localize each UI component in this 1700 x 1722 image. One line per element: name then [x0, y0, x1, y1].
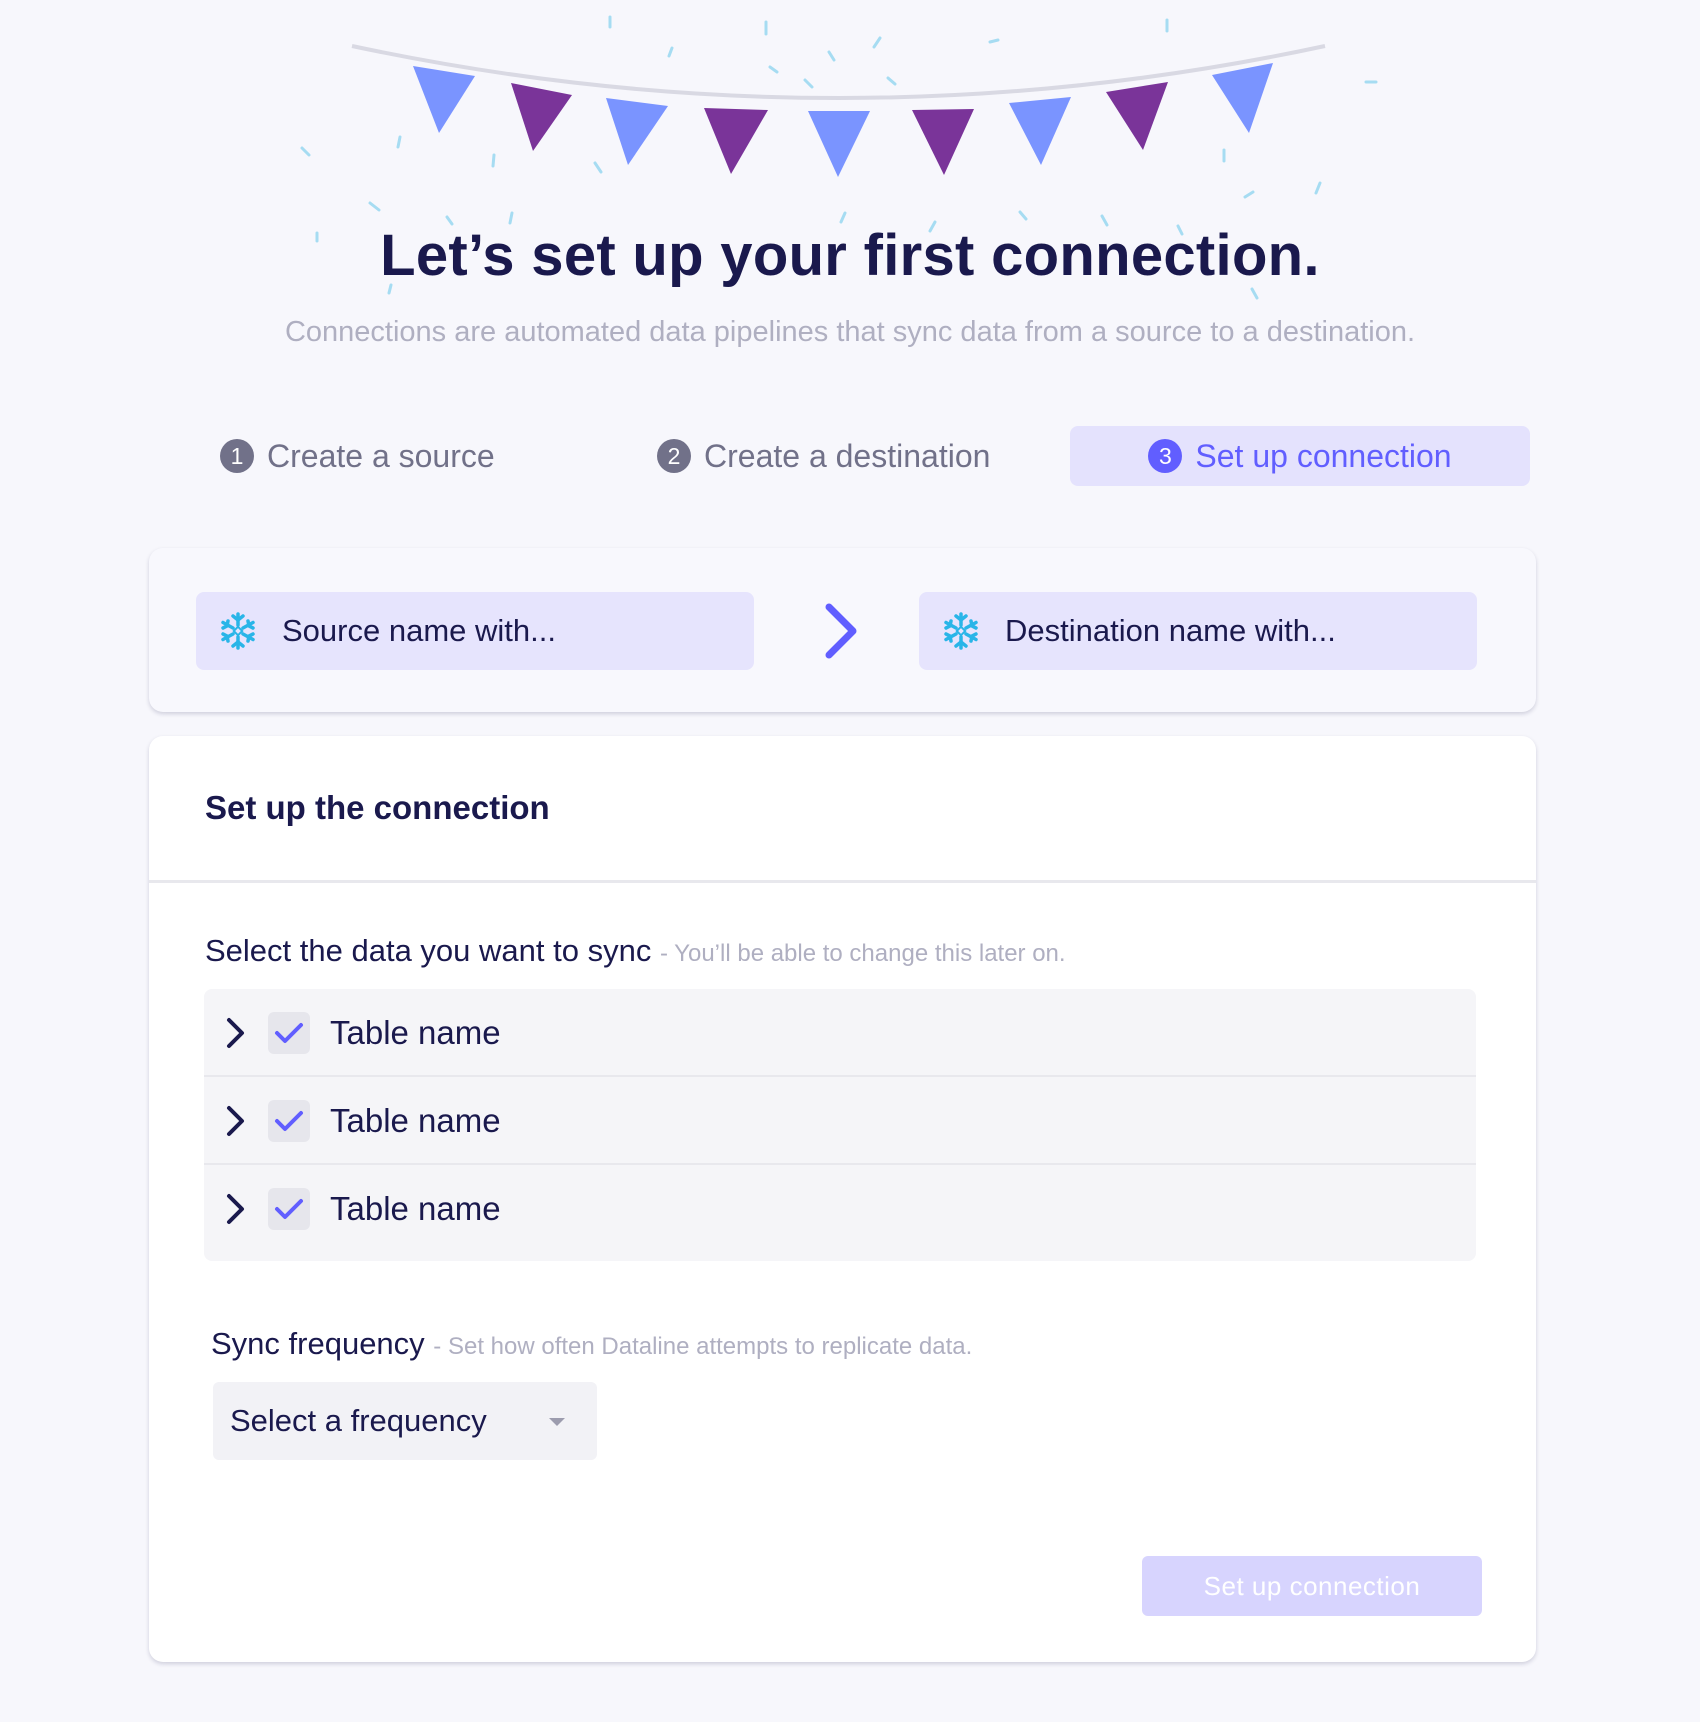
sync-frequency-label: Sync frequency - Set how often Dataline …: [211, 1326, 972, 1362]
step-create-destination[interactable]: 2 Create a destination: [657, 426, 1057, 486]
sync-data-label: Select the data you want to sync - You’l…: [205, 933, 1066, 969]
table-name: Table name: [330, 1102, 501, 1139]
sync-frequency-hint: - Set how often Dataline attempts to rep…: [433, 1333, 973, 1360]
table-name: Table name: [330, 1014, 501, 1051]
table-checkbox[interactable]: [268, 1012, 310, 1054]
destination-name: Destination name with...: [1005, 613, 1336, 648]
chevron-right-icon: [825, 603, 857, 659]
table-checkbox[interactable]: [268, 1188, 310, 1230]
bunting-string: [351, 44, 1326, 100]
snowflake-icon: [221, 612, 255, 650]
chevron-right-icon[interactable]: [224, 1016, 248, 1050]
table-row[interactable]: Table name: [204, 989, 1476, 1077]
checkmark-icon: [275, 1199, 303, 1219]
source-name: Source name with...: [282, 613, 556, 648]
step-label: Create a destination: [704, 437, 991, 474]
table-row[interactable]: Table name: [204, 1075, 1476, 1165]
table-list: Table name Table name Table name: [204, 989, 1476, 1261]
sync-data-hint: - You’ll be able to change this later on…: [659, 940, 1066, 967]
table-checkbox[interactable]: [268, 1100, 310, 1142]
snowflake-icon: [944, 612, 978, 650]
sync-data-label-text: Select the data you want to sync: [205, 933, 652, 968]
step-number-badge: 1: [220, 439, 254, 473]
caret-down-icon: [549, 1418, 565, 1426]
setup-card-title: Set up the connection: [149, 736, 1536, 883]
frequency-select-value: Select a frequency: [230, 1403, 487, 1438]
chevron-right-icon[interactable]: [224, 1192, 248, 1226]
connection-summary-card: Source name with... Destination name wit…: [149, 548, 1536, 712]
step-number-badge: 2: [657, 439, 691, 473]
step-label: Create a source: [267, 437, 495, 474]
setup-connection-card: Set up the connection Select the data yo…: [149, 736, 1536, 1662]
table-name: Table name: [330, 1190, 501, 1227]
source-pill[interactable]: Source name with...: [196, 592, 754, 670]
frequency-select[interactable]: Select a frequency: [213, 1382, 597, 1460]
sync-frequency-label-text: Sync frequency: [211, 1326, 425, 1361]
table-row[interactable]: Table name: [204, 1163, 1476, 1253]
destination-pill[interactable]: Destination name with...: [919, 592, 1477, 670]
set-up-connection-button[interactable]: Set up connection: [1142, 1556, 1482, 1616]
page-title: Let’s set up your first connection.: [380, 223, 1320, 288]
step-label: Set up connection: [1195, 437, 1452, 474]
chevron-right-icon[interactable]: [224, 1104, 248, 1138]
checkmark-icon: [275, 1111, 303, 1131]
page-subtitle: Connections are automated data pipelines…: [284, 316, 1416, 348]
step-set-up-connection[interactable]: 3 Set up connection: [1070, 426, 1530, 486]
checkmark-icon: [275, 1023, 303, 1043]
step-number-badge: 3: [1148, 439, 1183, 473]
step-create-source[interactable]: 1 Create a source: [220, 426, 540, 486]
